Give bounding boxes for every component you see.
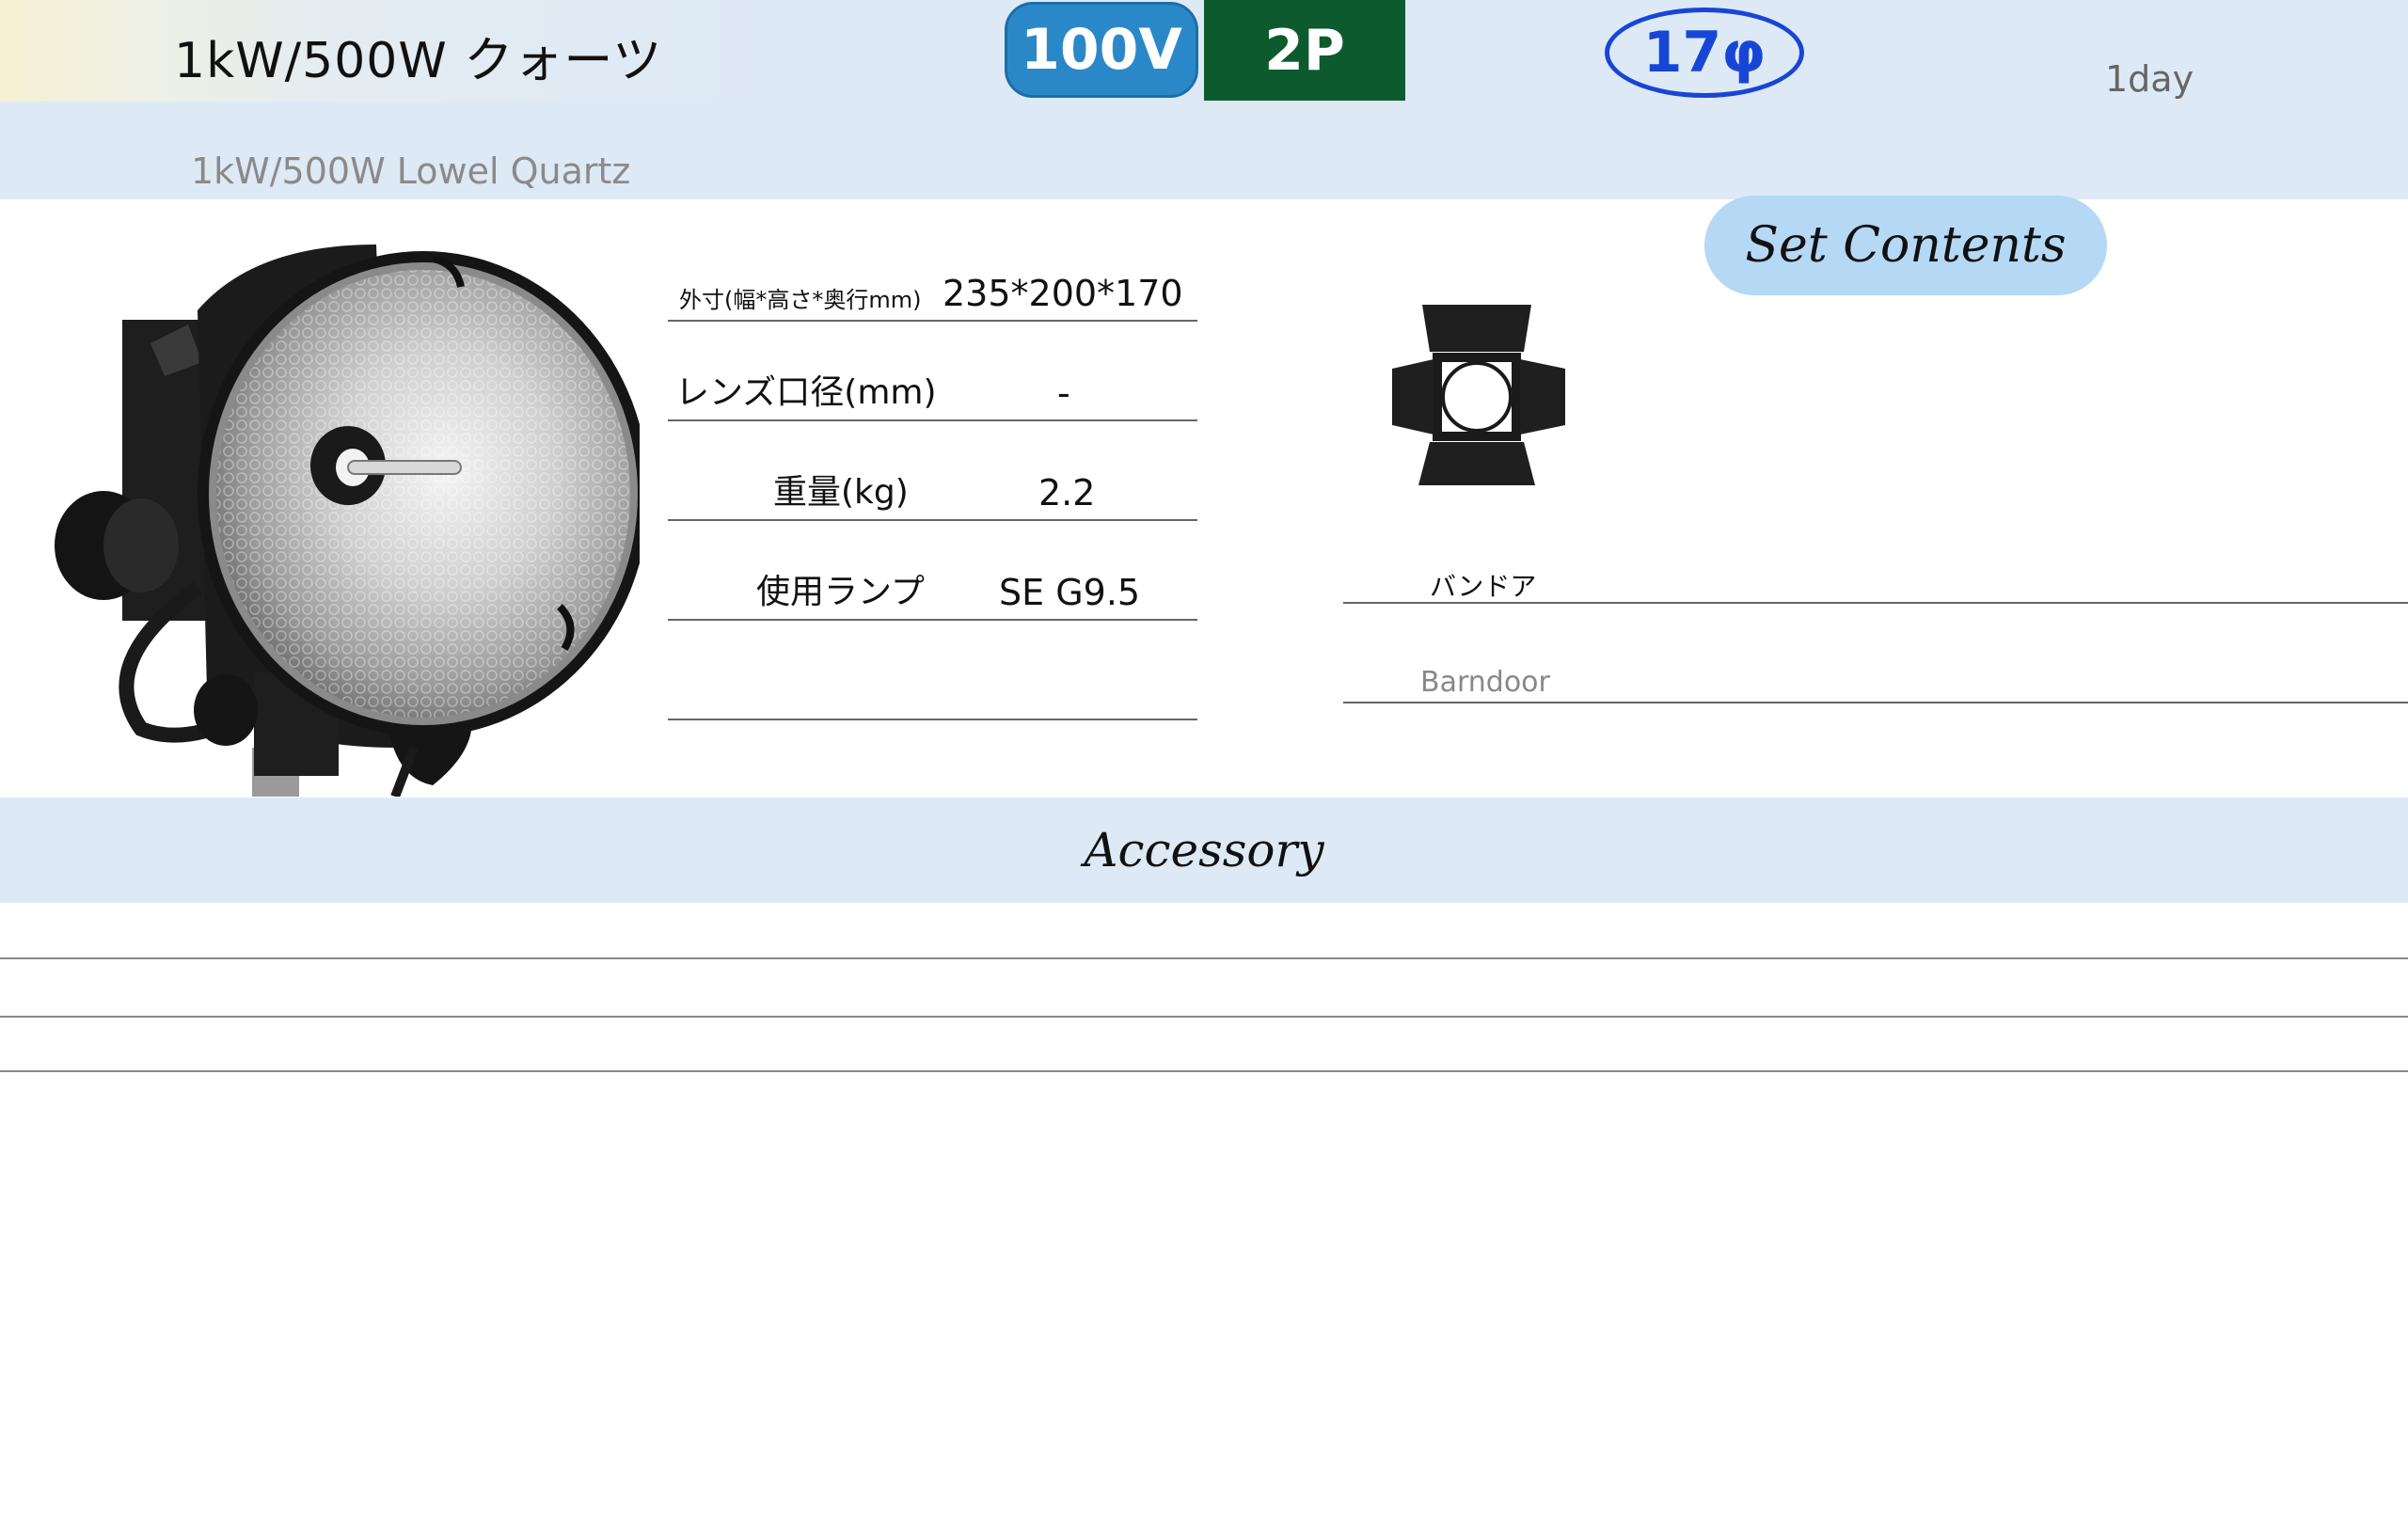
spec-value: 2.2 (1038, 472, 1096, 514)
accessory-heading: Accessory (1084, 823, 1324, 877)
rental-period: 1day (2105, 58, 2194, 100)
spec-label: 外寸(幅*高さ*奥行mm) (679, 287, 922, 313)
accessory-band: Accessory (0, 798, 2408, 903)
spec-label: 重量(kg) (773, 473, 909, 512)
plug-badge: 2P (1204, 0, 1405, 101)
spec-row-weight: 重量(kg) 2.2 (668, 425, 1197, 521)
product-title-en: 1kW/500W Lowel Quartz (191, 150, 631, 192)
spec-value: 235*200*170 (943, 273, 1183, 314)
set-item-name-jp: バンドア (1430, 571, 1537, 602)
spec-label: レンズ口径(mm) (675, 373, 937, 412)
set-contents-heading: Set Contents (1704, 196, 2107, 295)
spec-row-lens: レンズ口径(mm) - (668, 325, 1197, 421)
divider (1343, 702, 2408, 703)
spec-label: 使用ランプ (756, 573, 925, 611)
spec-row-dimensions: 外寸(幅*高さ*奥行mm) 235*200*170 (668, 226, 1197, 322)
quartz-lamp-icon (55, 245, 640, 797)
product-title-jp: 1kW/500W クォーツ (174, 33, 663, 89)
spec-row-empty (668, 624, 1197, 720)
accessory-row (0, 957, 2408, 959)
product-image (38, 221, 640, 797)
set-item-name-en: Barndoor (1420, 666, 1550, 699)
spec-value: - (1057, 372, 1070, 414)
diameter-badge: 17φ (1605, 8, 1804, 98)
accessory-row (0, 1016, 2408, 1018)
spec-row-lamp: 使用ランプ SE G9.5 (668, 525, 1197, 621)
spec-value: SE G9.5 (999, 572, 1141, 613)
divider (1343, 602, 2408, 604)
accessory-row (0, 1070, 2408, 1072)
barndoor-icon (1383, 301, 1571, 498)
voltage-badge: 100V (1005, 2, 1198, 98)
